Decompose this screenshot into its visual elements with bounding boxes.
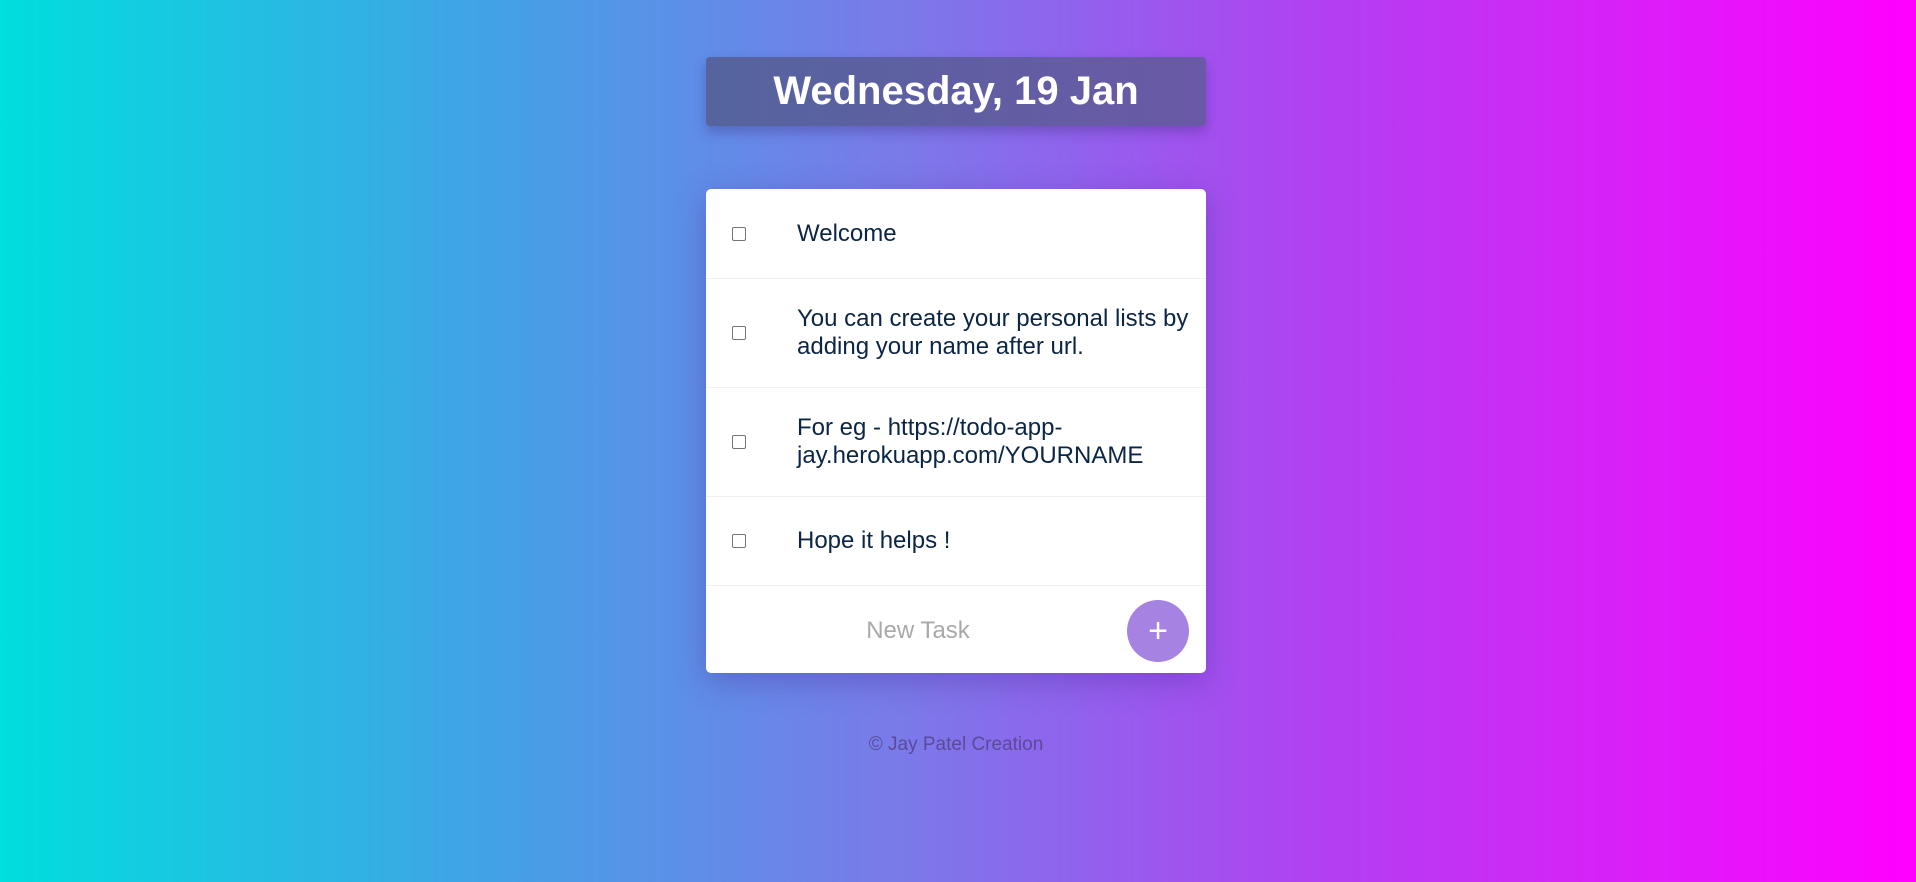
task-checkbox[interactable]	[732, 435, 746, 449]
task-checkbox[interactable]	[732, 226, 746, 241]
todo-card: Welcome You can create your personal lis…	[706, 189, 1206, 673]
new-task-form: +	[706, 586, 1206, 673]
task-text: Hope it helps !	[797, 527, 951, 554]
add-task-button[interactable]: +	[1127, 600, 1189, 662]
task-text: Welcome	[797, 219, 897, 247]
date-header: Wednesday, 19 Jan	[706, 57, 1206, 126]
task-checkbox[interactable]	[732, 326, 746, 340]
date-title: Wednesday, 19 Jan	[773, 69, 1139, 113]
task-text: You can create your personal lists by ad…	[797, 305, 1189, 360]
footer-credit: © Jay Patel Creation	[868, 734, 1044, 755]
task-item: Hope it helps !	[706, 497, 1206, 586]
task-text: For eg - https://todo-app-jay.herokuapp.…	[797, 414, 1144, 469]
task-item: You can create your personal lists by ad…	[706, 279, 1206, 388]
task-item: Welcome	[706, 189, 1206, 279]
task-checkbox[interactable]	[732, 534, 746, 548]
task-item: For eg - https://todo-app-jay.herokuapp.…	[706, 388, 1206, 497]
new-task-input[interactable]	[766, 608, 1070, 654]
